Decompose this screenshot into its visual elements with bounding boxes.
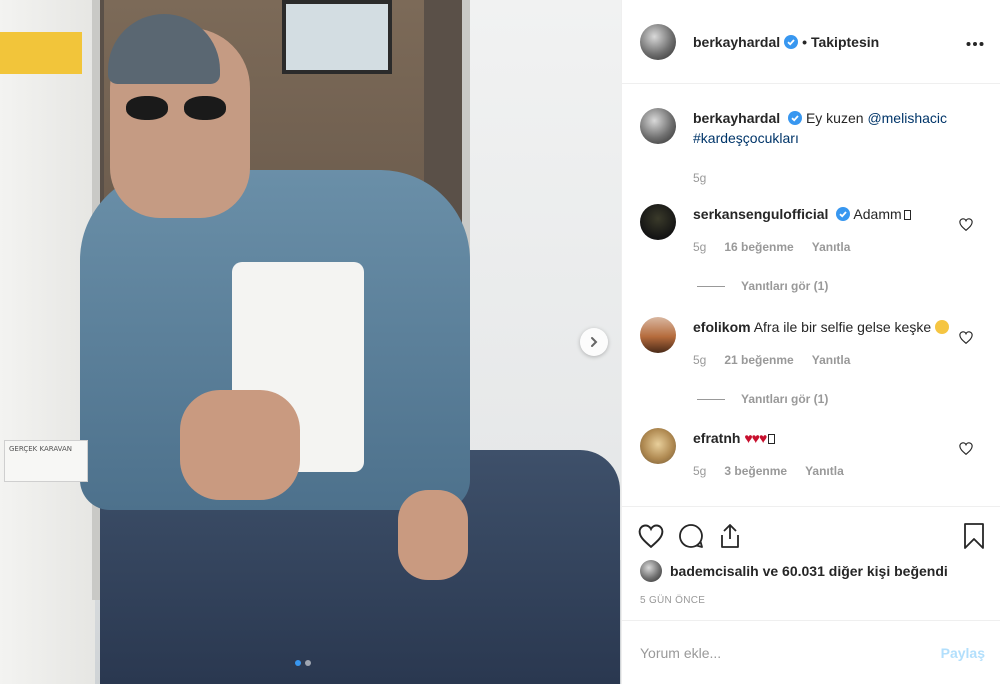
caravan-plate: GERÇEK KARAVAN <box>4 440 88 482</box>
comment-item: efolikom Afra ile bir selfie gelse keşke… <box>640 317 985 370</box>
share-button[interactable] <box>718 523 742 549</box>
carousel-dot-active <box>295 660 301 666</box>
comment-bubble-icon <box>679 523 703 548</box>
comment-like-heart-icon[interactable] <box>959 331 973 344</box>
comment-text: ♥♥♥ <box>744 430 767 446</box>
caravan-window <box>282 0 392 74</box>
likes-summary[interactable]: bademcisalih ve 60.031 diğer kişi beğend… <box>640 560 948 582</box>
liker-username[interactable]: bademcisalih <box>670 563 759 579</box>
comment-avatar[interactable] <box>640 204 676 240</box>
plate-text: GERÇEK KARAVAN <box>9 445 73 453</box>
comment-username[interactable]: efolikom <box>693 319 751 335</box>
verified-badge-icon <box>788 111 803 125</box>
post-photo[interactable]: GERÇEK KARAVAN <box>0 0 621 684</box>
view-replies-label: Yanıtları gör (1) <box>741 392 829 406</box>
verified-badge-icon <box>784 34 799 49</box>
next-photo-button[interactable] <box>580 328 608 356</box>
comment-avatar[interactable] <box>640 317 676 353</box>
add-comment-bar: Paylaş <box>622 620 1000 684</box>
carousel-indicator <box>295 660 311 666</box>
comment-time[interactable]: 5g <box>693 461 706 481</box>
post-comment-button[interactable]: Paylaş <box>941 645 985 661</box>
comment-like-heart-icon[interactable] <box>959 218 973 231</box>
caption-text: Ey kuzen <box>805 110 868 126</box>
comment-time[interactable]: 5g <box>693 237 706 257</box>
comment-likes[interactable]: 16 beğenme <box>724 237 793 257</box>
view-replies-label: Yanıtları gör (1) <box>741 279 829 293</box>
comment-reply-button[interactable]: Yanıtla <box>812 237 851 257</box>
comment-likes[interactable]: 3 beğenme <box>724 461 787 481</box>
chevron-right-icon <box>591 337 598 347</box>
person-hand <box>180 390 300 500</box>
replies-divider <box>697 398 725 400</box>
caption: berkayhardal Ey kuzen @melishacic #karde… <box>640 108 985 188</box>
comment-username[interactable]: serkansengulofficial <box>693 206 828 222</box>
comment-username[interactable]: efratnh <box>693 430 740 446</box>
comment-text: Adamm <box>853 206 902 222</box>
post-actions-bar <box>622 506 1000 564</box>
comment-avatar[interactable] <box>640 428 676 464</box>
caravan-stripe <box>0 32 82 74</box>
post-header: berkayhardal • Takiptesin <box>622 0 1000 84</box>
caption-avatar[interactable] <box>640 108 676 144</box>
view-replies-button[interactable]: Yanıtları gör (1) <box>697 279 985 293</box>
caption-time[interactable]: 5g <box>693 168 706 188</box>
missing-glyph-icon <box>903 210 911 220</box>
more-options-button[interactable] <box>966 31 984 52</box>
view-replies-button[interactable]: Yanıtları gör (1) <box>697 392 985 406</box>
comment-reply-button[interactable]: Yanıtla <box>805 461 844 481</box>
author-avatar[interactable] <box>640 23 676 60</box>
comment-input[interactable] <box>640 644 941 661</box>
comment-button[interactable] <box>678 523 704 549</box>
author-username[interactable]: berkayhardal <box>693 34 780 50</box>
person-hand <box>398 490 468 580</box>
comment-reply-button[interactable]: Yanıtla <box>812 350 851 370</box>
comments-list[interactable]: berkayhardal Ey kuzen @melishacic #karde… <box>622 84 1000 506</box>
follow-status[interactable]: • Takiptesin <box>802 34 879 50</box>
comment-like-heart-icon[interactable] <box>959 442 973 455</box>
comment-item: serkansengulofficial Adamm 5g 16 beğenme… <box>640 204 985 257</box>
comment-likes[interactable]: 21 beğenme <box>724 350 793 370</box>
likes-count-text[interactable]: ve 60.031 diğer kişi beğendi <box>759 563 948 579</box>
smile-emoji-icon <box>935 320 950 334</box>
person-sunglasses <box>126 96 226 122</box>
post-date[interactable]: 5 GÜN ÖNCE <box>640 595 705 606</box>
more-horizontal-icon <box>966 42 984 46</box>
instagram-post: GERÇEK KARAVAN berkayhardal • Takiptesin <box>0 0 1000 684</box>
caption-mention[interactable]: @melishacic <box>867 110 947 126</box>
comment-text: Afra ile bir selfie gelse keşke <box>753 319 932 335</box>
caption-hashtag[interactable]: #kardeşçocukları <box>693 130 799 146</box>
carousel-dot <box>305 660 311 666</box>
replies-divider <box>697 285 725 287</box>
post-side-panel: berkayhardal • Takiptesin berkayhardal E… <box>621 0 1000 684</box>
liker-avatar[interactable] <box>640 560 662 582</box>
save-button[interactable] <box>963 522 985 550</box>
verified-badge-icon <box>836 207 851 221</box>
missing-glyph-icon <box>768 434 776 444</box>
comment-time[interactable]: 5g <box>693 350 706 370</box>
like-button[interactable] <box>638 524 664 548</box>
comment-item: efratnh ♥♥♥ 5g 3 beğenme Yanıtla <box>640 428 985 481</box>
heart-icon <box>638 524 664 548</box>
caption-username[interactable]: berkayhardal <box>693 110 780 126</box>
bookmark-icon <box>964 522 984 549</box>
share-upload-icon <box>721 523 739 548</box>
